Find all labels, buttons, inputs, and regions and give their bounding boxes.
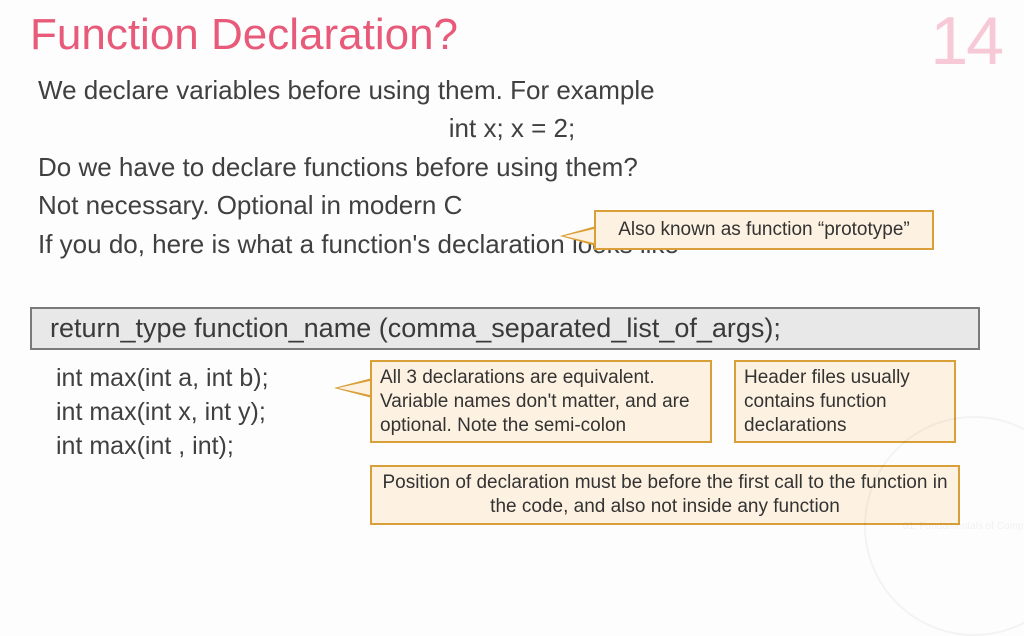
page-title: Function Declaration? (30, 10, 458, 60)
callout-position: Position of declaration must be before t… (370, 465, 960, 525)
body-example: int x; x = 2; (38, 110, 986, 146)
body-line-1: We declare variables before using them. … (38, 72, 986, 108)
syntax-box: return_type function_name (comma_separat… (30, 307, 980, 350)
code-example-1: int max(int a, int b); (56, 362, 269, 396)
callout-pointer-icon (334, 378, 372, 398)
callout-prototype: Also known as function “prototype” (594, 210, 934, 250)
slide-number: 14 (930, 2, 1002, 80)
body-line-2: Do we have to declare functions before u… (38, 149, 986, 185)
callout-header-files: Header files usually contains function d… (734, 360, 956, 443)
code-examples: int max(int a, int b); int max(int x, in… (56, 362, 269, 463)
callout-pointer-icon (560, 226, 596, 246)
code-example-2: int max(int x, int y); (56, 396, 269, 430)
code-example-3: int max(int , int); (56, 430, 269, 464)
callout-equivalent: All 3 declarations are equivalent. Varia… (370, 360, 712, 443)
watermark-seal: 01: Fundamentals of Computing (864, 416, 1024, 636)
